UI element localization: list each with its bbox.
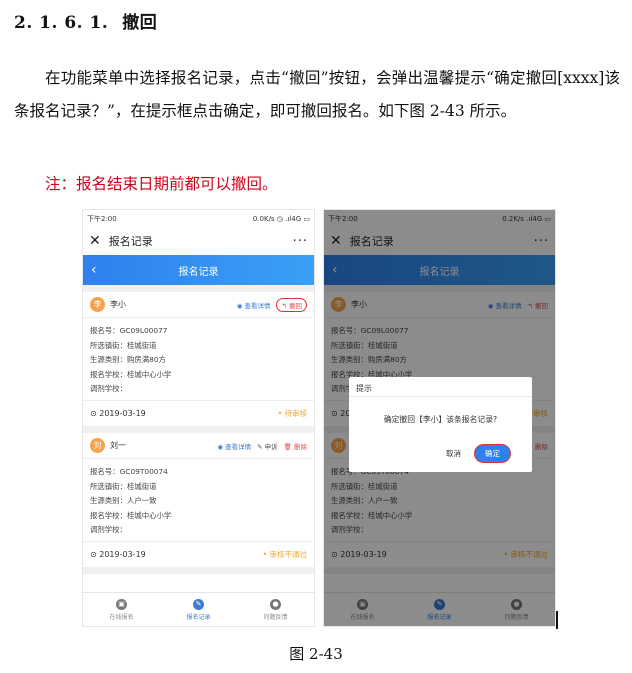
record-line: 报名号：GC09L00077 (90, 326, 168, 335)
record-details: 报名号：GC09T00074 所选镇街：桂城街道 生源类别：人户一致 报名学校：… (83, 459, 314, 541)
appeal-label: 申诉 (264, 442, 278, 451)
record-date-value: 2019-03-19 (99, 409, 146, 418)
body-paragraph: 在功能菜单中选择报名记录，点击“撤回”按钮，会弹出温馨提示“确定撤回[xxxx]… (14, 69, 620, 120)
appeal-button[interactable]: ✎ 申诉 (257, 441, 278, 451)
withdraw-label: 撤回 (289, 301, 302, 310)
figure-caption: 图 2-43 (289, 645, 343, 663)
section-title: 撤回 (122, 13, 158, 33)
page-title: 报名记录 (178, 266, 219, 278)
more-menu-icon[interactable]: ··· (293, 234, 308, 249)
bottom-tab-bar: ▣ 在线报名 ✎ 报名记录 ● 问题反馈 (83, 592, 314, 626)
avatar: 李 (90, 297, 105, 312)
record-card-partial (83, 574, 314, 594)
status-bar: 下午2:00 0.0K/s ◷ .ıl4G ▭ (83, 210, 314, 227)
cancel-button[interactable]: 取消 (446, 448, 461, 459)
record-footer: ⊙ 2019-03-19 • 待审核 (83, 400, 314, 426)
record-line: 调剂学校： (90, 525, 127, 534)
section-heading: 2. 1. 6. 1. 撤回 (14, 8, 157, 33)
back-icon[interactable]: ‹ (91, 262, 97, 278)
record-card-header: 李 李小 ◉ 查看详情 ↰ 撤回 (83, 292, 314, 318)
status-badge: • 待审核 (277, 409, 308, 418)
tab-label: 在线报名 (109, 613, 134, 621)
view-detail-button[interactable]: ◉ 查看详情 (237, 300, 271, 310)
page-header: ‹ 报名记录 (83, 255, 314, 285)
record-line: 生源类别：购房满80方 (90, 355, 166, 364)
feedback-icon: ● (270, 598, 281, 610)
tab-online-apply[interactable]: ▣ 在线报名 (83, 593, 160, 626)
confirm-dialog: 提示 确定撤回【李小】该条报名记录? 取消 确定 (349, 377, 532, 472)
avatar: 刘 (90, 438, 105, 453)
record-footer: ⊙ 2019-03-19 • 审核不通过 (83, 541, 314, 567)
delete-button[interactable]: 🗑 删除 (284, 441, 307, 451)
record-card: 李 李小 ◉ 查看详情 ↰ 撤回 报名号：GC09L00077 所选镇街：桂城街… (83, 292, 314, 426)
dialog-buttons: 取消 确定 (446, 445, 510, 462)
nav-title: 报名记录 (108, 235, 153, 248)
record-date: ⊙ 2019-03-19 (90, 550, 146, 559)
close-icon[interactable]: ✕ (89, 234, 101, 248)
record-card: 刘 刘一 ◉ 查看详情 ✎ 申诉 🗑 删除 报名号：GC09T00074 所选镇… (83, 433, 314, 567)
app-title-bar: ✕ 报名记录 ··· (83, 227, 314, 255)
record-card-header: 刘 刘一 ◉ 查看详情 ✎ 申诉 🗑 删除 (83, 433, 314, 459)
phone-screenshot-dialog: 下午2:00 0.2K/s .ıl4G ▭ ✕ 报名记录 ··· ‹ 报名记录 … (323, 209, 556, 627)
divider-mark (556, 611, 558, 629)
records-icon: ✎ (193, 598, 204, 610)
confirm-button[interactable]: 确定 (475, 445, 510, 462)
record-line: 报名学校：桂城中心小学 (90, 369, 172, 379)
status-label: 审核不通过 (269, 550, 308, 559)
view-detail-label: 查看详情 (225, 442, 252, 451)
record-line: 生源类别：人户一致 (90, 496, 157, 505)
record-line: 所选镇街：桂城街道 (90, 481, 157, 491)
note-text: 注：报名结束日期前都可以撤回。 (45, 175, 278, 193)
tab-label: 报名记录 (186, 613, 211, 621)
record-line: 调剂学校： (90, 384, 127, 393)
delete-label: 删除 (294, 442, 307, 451)
tab-feedback[interactable]: ● 问题反馈 (237, 593, 314, 626)
apply-icon: ▣ (116, 598, 127, 610)
dialog-message: 确定撤回【李小】该条报名记录? (383, 415, 498, 424)
record-date-value: 2019-03-19 (99, 550, 146, 559)
record-name: 刘一 (110, 441, 126, 450)
status-label: 待审核 (284, 409, 308, 418)
tab-records[interactable]: ✎ 报名记录 (160, 593, 237, 626)
status-time: 下午2:00 (87, 214, 117, 223)
view-detail-label: 查看详情 (244, 301, 271, 310)
record-line: 报名学校：桂城中心小学 (90, 510, 172, 520)
withdraw-button[interactable]: ↰ 撤回 (276, 297, 307, 312)
status-badge: • 审核不通过 (262, 550, 308, 559)
status-net-speed: 0.0K/s (252, 214, 275, 223)
phone-screenshot-list: 下午2:00 0.0K/s ◷ .ıl4G ▭ ✕ 报名记录 ··· ‹ 报名记… (82, 209, 315, 627)
record-date: ⊙ 2019-03-19 (90, 409, 146, 418)
record-name: 李小 (110, 300, 126, 309)
record-line: 所选镇街：桂城街道 (90, 340, 157, 350)
dialog-title: 提示 (349, 377, 532, 397)
view-detail-button[interactable]: ◉ 查看详情 (217, 441, 251, 451)
status-signal: 4G (291, 214, 302, 223)
status-right: 0.0K/s ◷ .ıl4G ▭ (252, 214, 310, 223)
record-line: 报名号：GC09T00074 (90, 467, 168, 476)
tab-label: 问题反馈 (263, 613, 288, 621)
record-details: 报名号：GC09L00077 所选镇街：桂城街道 生源类别：购房满80方 报名学… (83, 318, 314, 400)
section-number: 2. 1. 6. 1. (14, 13, 109, 33)
